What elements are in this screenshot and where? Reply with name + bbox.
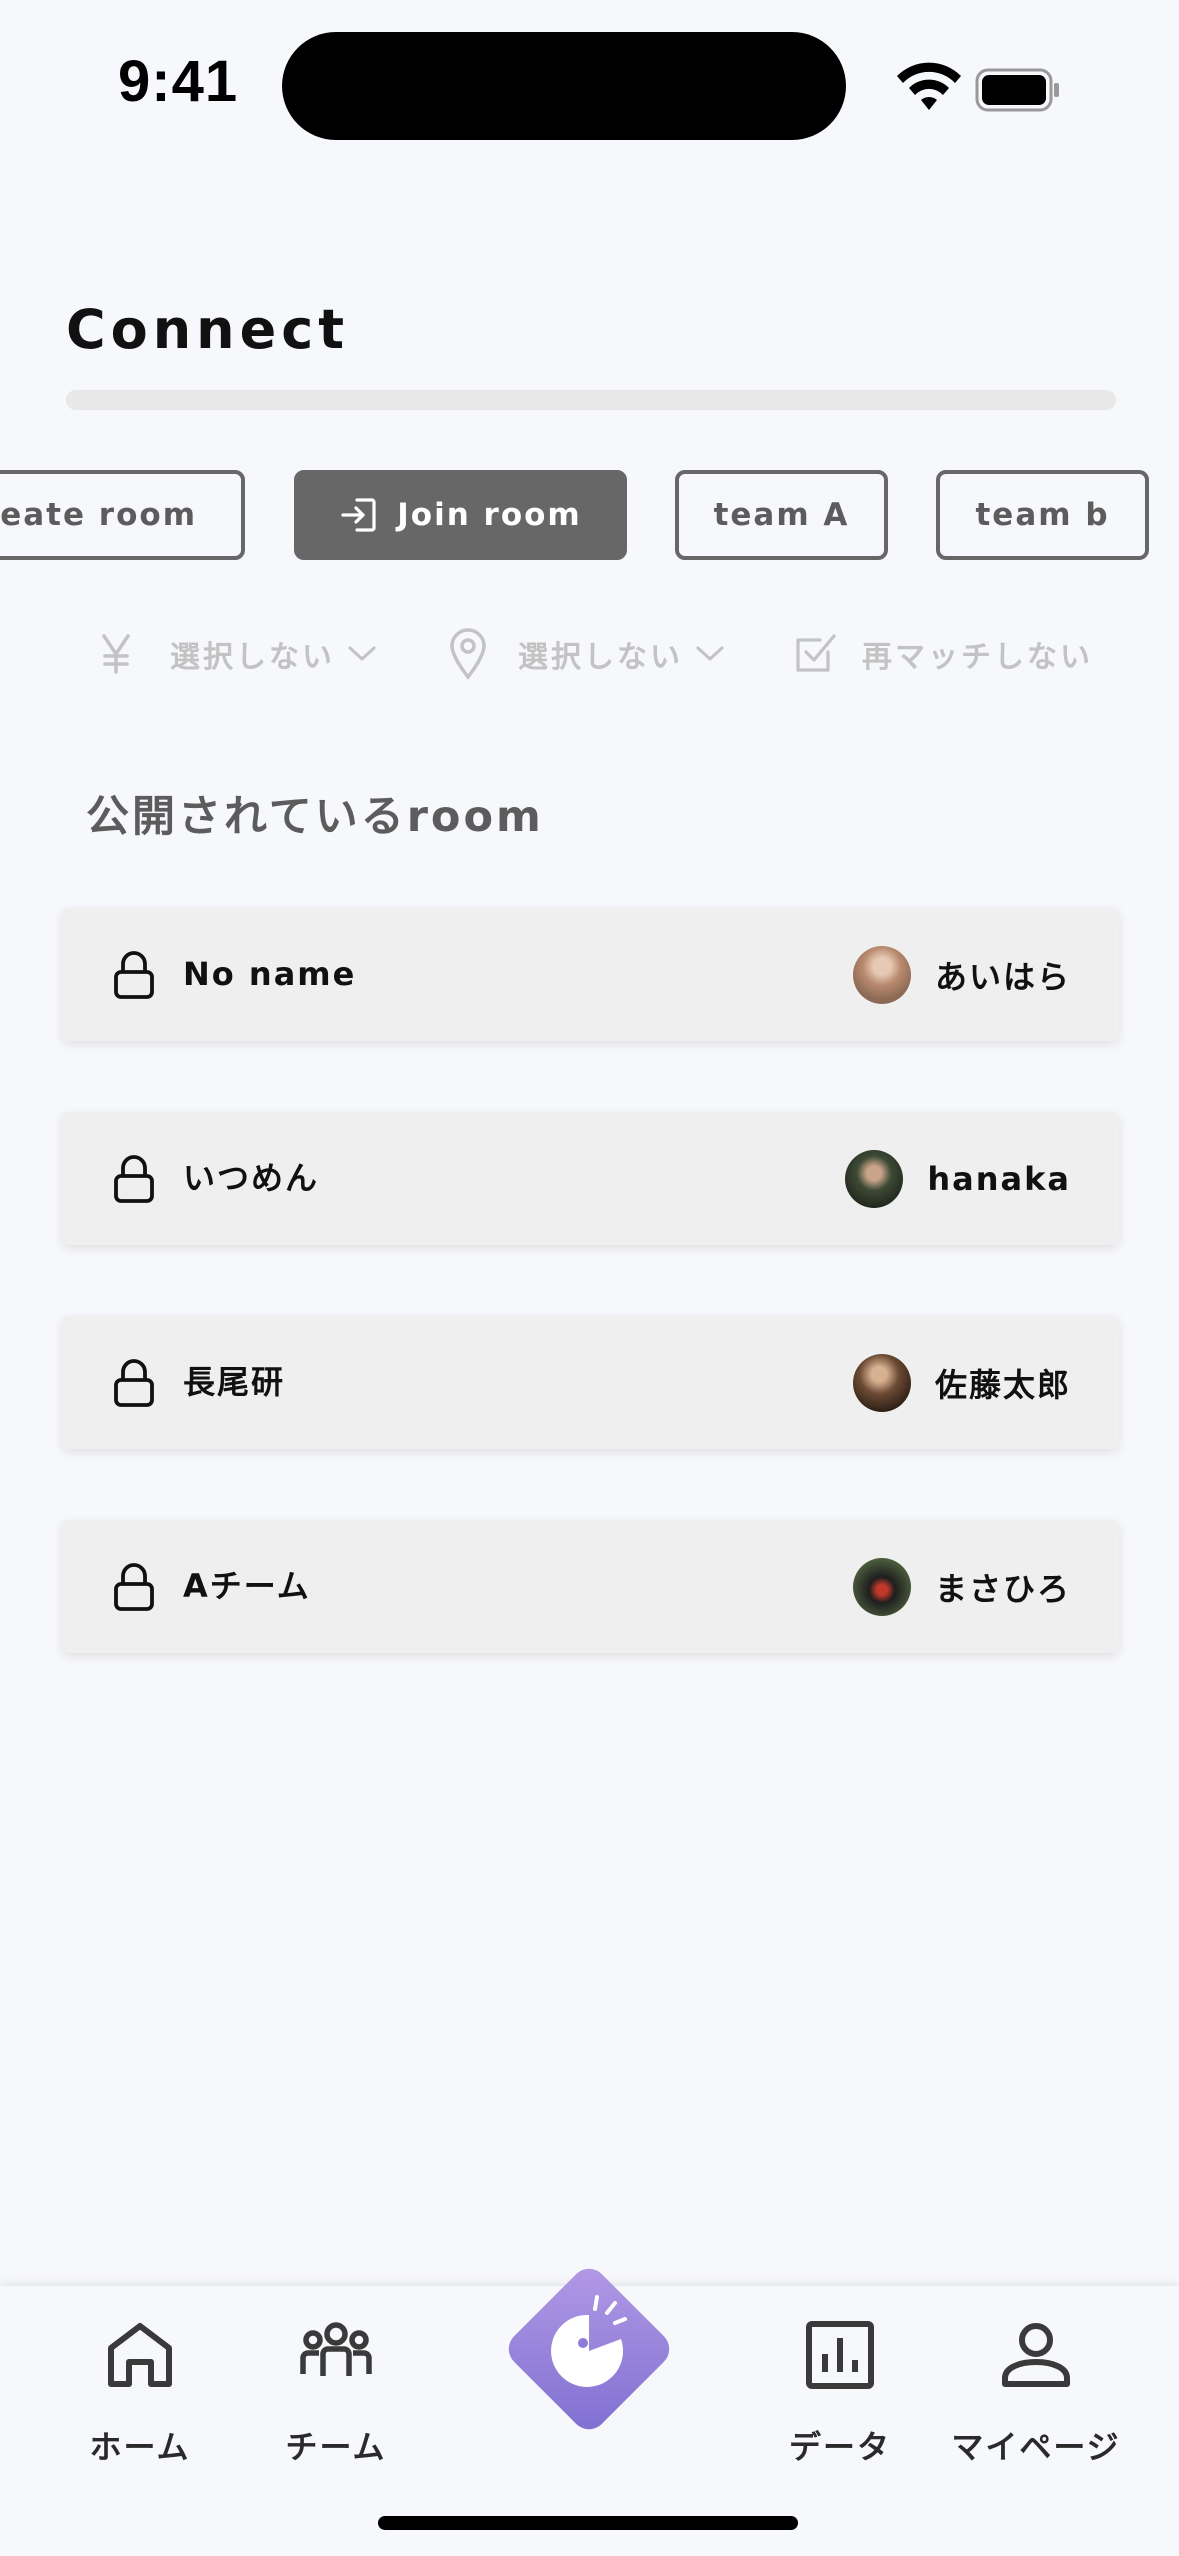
avatar — [852, 1353, 911, 1412]
section-title: 公開されているroom — [86, 792, 544, 842]
tab-data-label: データ — [788, 2428, 891, 2466]
person-icon — [1002, 2323, 1070, 2387]
room-card[interactable]: 長尾研 佐藤太郎 — [62, 1316, 1119, 1449]
team-a-label: team A — [713, 497, 850, 533]
lock-icon — [114, 1563, 154, 1611]
battery-icon — [975, 68, 1059, 112]
join-room-button[interactable]: Join room — [294, 470, 627, 560]
room-card[interactable]: Aチーム まさひろ — [62, 1520, 1119, 1653]
tab-team[interactable]: チーム — [246, 2318, 426, 2468]
owner-name: 佐藤太郎 — [934, 1365, 1071, 1404]
room-card[interactable]: いつめん hanaka — [62, 1112, 1119, 1245]
login-icon — [341, 498, 376, 532]
room-card[interactable]: No name あいはら — [62, 908, 1119, 1041]
yen-icon — [102, 634, 130, 674]
place-filter-value: 選択しない — [518, 640, 683, 675]
price-filter[interactable]: 選択しない — [96, 624, 377, 684]
team-b-button[interactable]: team b — [936, 470, 1149, 560]
chevron-down-icon — [348, 646, 376, 661]
owner-name: あいはら — [934, 957, 1071, 996]
timer-action-button[interactable] — [491, 2251, 687, 2447]
room-name: 長尾研 — [183, 1363, 286, 1401]
room-owner: あいはら — [852, 908, 1071, 1041]
location-pin-icon — [450, 628, 486, 680]
home-indicator — [378, 2516, 798, 2530]
status-time: 9:41 — [118, 49, 239, 114]
lock-icon — [114, 951, 154, 999]
title-underline-bar — [66, 390, 1116, 410]
room-owner: hanaka — [845, 1112, 1071, 1245]
lock-icon — [114, 1359, 154, 1407]
tab-home[interactable]: ホーム — [50, 2318, 230, 2468]
tab-team-label: チーム — [285, 2428, 387, 2466]
chart-icon — [806, 2321, 874, 2389]
dynamic-island — [282, 32, 846, 140]
tab-home-label: ホーム — [89, 2428, 191, 2466]
tab-mypage-label: マイページ — [951, 2428, 1121, 2466]
owner-name: まさひろ — [934, 1569, 1071, 1608]
tab-mypage[interactable]: マイページ — [946, 2318, 1126, 2468]
create-room-label: Create room — [0, 497, 197, 533]
avatar — [852, 1557, 911, 1616]
owner-name: hanaka — [927, 1159, 1071, 1198]
team-a-button[interactable]: team A — [675, 470, 888, 560]
room-owner: まさひろ — [852, 1520, 1071, 1653]
checkbox-icon — [796, 634, 836, 672]
join-room-label: Join room — [397, 497, 582, 533]
rematch-filter-value: 再マッチしない — [862, 640, 1093, 675]
team-b-label: team b — [975, 497, 1110, 533]
room-name: いつめん — [183, 1159, 320, 1197]
room-owner: 佐藤太郎 — [852, 1316, 1071, 1449]
home-icon — [108, 2323, 172, 2387]
room-name: Aチーム — [183, 1567, 311, 1605]
create-room-button[interactable]: Create room — [0, 470, 245, 560]
place-filter[interactable]: 選択しない — [448, 624, 725, 684]
page-title: Connect — [66, 298, 350, 361]
chevron-down-icon — [696, 646, 724, 661]
avatar — [852, 945, 911, 1004]
wifi-icon — [897, 62, 961, 110]
rematch-filter[interactable]: 再マッチしない — [794, 624, 1093, 684]
price-filter-value: 選択しない — [170, 640, 335, 675]
tab-data[interactable]: データ — [750, 2318, 930, 2468]
avatar — [845, 1149, 904, 1208]
room-name: No name — [183, 955, 357, 993]
group-icon — [300, 2322, 372, 2376]
lock-icon — [114, 1155, 154, 1203]
